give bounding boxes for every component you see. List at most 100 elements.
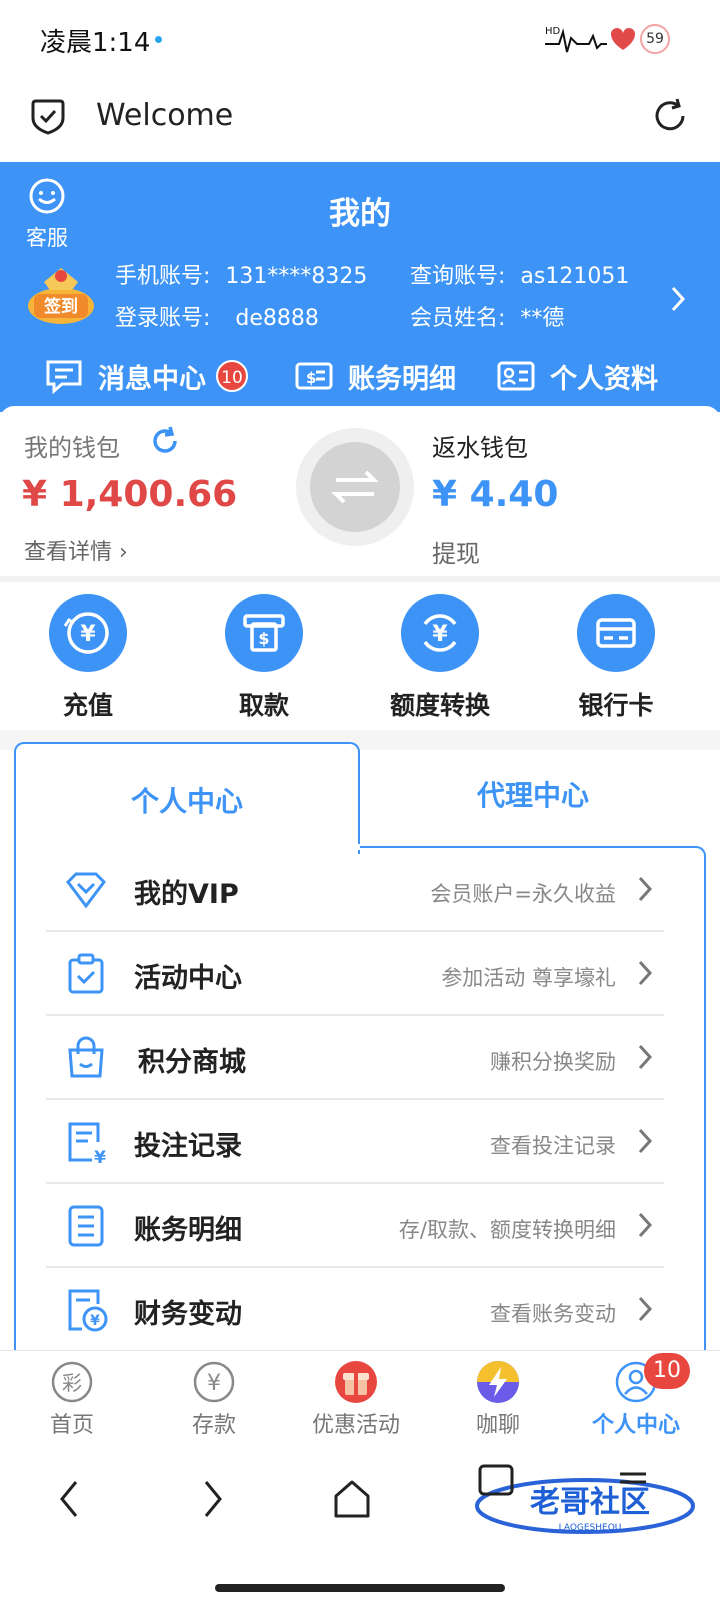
browser-title: Welcome <box>96 98 234 133</box>
menu-row-activity[interactable]: 活动中心 参加活动 尊享壕礼 <box>46 932 664 1016</box>
status-time: 凌晨1:14 <box>40 28 151 58</box>
home-indicator[interactable] <box>215 1584 505 1592</box>
chevron-right-icon <box>638 960 653 986</box>
menu-row-points-mall[interactable]: 积分商城 赚积分换奖励 <box>46 1016 664 1100</box>
view-details-label: 查看详情 <box>24 540 113 565</box>
phone-label: 手机账号: <box>115 264 211 289</box>
svg-text:¥: ¥ <box>94 1148 106 1166</box>
message-center-link[interactable]: 消息中心 10 <box>44 348 248 404</box>
menu-list: 我的VIP 会员账户=永久收益 活动中心 参加活动 尊享壕礼 积分商城 赚积分换… <box>14 846 706 1386</box>
phone-value: 131****8325 <box>225 264 368 289</box>
tab-agent-center[interactable]: 代理中心 <box>360 742 706 846</box>
main-wallet-label: 我的钱包 <box>24 434 120 462</box>
watermark-logo: 老哥社区 LAOGESHEQU <box>475 1464 695 1534</box>
quick-links: 消息中心 10 $ 账务明细 个人资料 <box>0 348 720 404</box>
chevron-right-icon <box>638 1296 653 1322</box>
nav-chat[interactable]: 咖聊 <box>426 1359 570 1439</box>
menu-row-finance-changes[interactable]: ¥ 财务变动 查看账务变动 <box>46 1268 664 1352</box>
chevron-right-icon <box>638 876 653 902</box>
svg-text:彩: 彩 <box>62 1371 82 1395</box>
browser-bar: Welcome <box>0 80 720 162</box>
lightning-icon <box>477 1361 519 1403</box>
chevron-right-icon <box>638 1212 653 1238</box>
swap-arrows-icon <box>331 470 379 504</box>
status-bar: 凌晨1:14 HD 59 <box>0 0 720 80</box>
bank-card-button[interactable]: 银行卡 <box>536 594 696 722</box>
chevron-right-icon <box>638 1044 653 1070</box>
reload-icon[interactable] <box>650 96 690 136</box>
chevron-right-icon <box>204 1481 222 1517</box>
forward-button[interactable] <box>182 1474 242 1524</box>
menu-title: 财务变动 <box>134 1299 242 1330</box>
chevron-right-icon[interactable] <box>668 284 688 314</box>
menu-subtitle: 赚积分换奖励 <box>490 1050 616 1074</box>
id-card-icon <box>497 361 535 391</box>
withdraw-label: 取款 <box>238 691 289 720</box>
nav-label: 首页 <box>49 1413 94 1438</box>
sign-in-badge-icon[interactable]: 签到 <box>26 262 96 328</box>
lottery-icon: 彩 <box>51 1361 93 1403</box>
query-account-label: 查询账号: <box>410 264 506 289</box>
notification-badge: 10 <box>644 1353 690 1389</box>
nav-deposit[interactable]: ¥ 存款 <box>142 1359 286 1439</box>
personal-info-link[interactable]: 个人资料 <box>496 348 658 404</box>
bet-record-icon: ¥ <box>68 1122 106 1166</box>
nav-home[interactable]: 彩 首页 <box>0 1359 144 1439</box>
exchange-label: 额度转换 <box>389 691 490 720</box>
nav-label: 优惠活动 <box>311 1413 400 1438</box>
login-account-value: de8888 <box>235 306 319 331</box>
finance-change-icon: ¥ <box>68 1289 108 1332</box>
withdraw-rebate-link[interactable]: 提现 <box>432 534 480 569</box>
nav-label: 个人中心 <box>591 1413 680 1438</box>
menu-row-bet-records[interactable]: ¥ 投注记录 查看投注记录 <box>46 1100 664 1184</box>
deposit-button[interactable]: ¥ 充值 <box>8 594 168 722</box>
menu-subtitle: 存/取款、额度转换明细 <box>398 1218 616 1242</box>
profile-header: 客服 我的 签到 手机账号: 131****8325 查询账号: as12105… <box>0 162 720 412</box>
menu-subtitle: 会员账户=永久收益 <box>430 882 616 906</box>
wallet-transfer-button[interactable] <box>296 428 414 546</box>
svg-text:¥: ¥ <box>80 622 96 647</box>
shopping-bag-icon <box>68 1036 104 1078</box>
menu-title: 活动中心 <box>134 963 242 994</box>
account-details-link[interactable]: $ 账务明细 <box>294 348 456 404</box>
menu-row-account-details[interactable]: 账务明细 存/取款、额度转换明细 <box>46 1184 664 1268</box>
home-icon <box>334 1480 370 1518</box>
menu-subtitle: 参加活动 尊享壕礼 <box>441 966 616 990</box>
home-button[interactable] <box>322 1474 382 1524</box>
personal-info-label: 个人资料 <box>550 363 658 395</box>
withdraw-button[interactable]: $ 取款 <box>184 594 344 722</box>
center-tabs-card: 我的VIP 会员账户=永久收益 活动中心 参加活动 尊享壕礼 积分商城 赚积分换… <box>14 742 706 1386</box>
svg-text:老哥社区: 老哥社区 <box>530 1485 650 1520</box>
svg-text:¥: ¥ <box>432 622 448 647</box>
tab-label: 个人中心 <box>130 785 243 818</box>
refresh-balance-icon[interactable] <box>150 426 180 456</box>
vip-diamond-icon <box>66 872 106 909</box>
nav-promotions[interactable]: 优惠活动 <box>284 1359 428 1439</box>
ledger-icon <box>68 1205 104 1247</box>
exchange-button[interactable]: ¥ 额度转换 <box>360 594 520 722</box>
menu-title: 投注记录 <box>134 1131 242 1162</box>
menu-row-vip[interactable]: 我的VIP 会员账户=永久收益 <box>46 848 664 932</box>
nav-personal-center[interactable]: 个人中心 10 <box>564 1353 708 1439</box>
deposit-icon: ¥ <box>63 612 109 654</box>
login-account-label: 登录账号: <box>115 306 211 331</box>
yuan-icon: ¥ <box>193 1361 235 1403</box>
system-navigation: 老哥社区 LAOGESHEQU <box>0 1446 720 1600</box>
shield-check-icon[interactable] <box>28 96 68 136</box>
rebate-wallet-label: 返水钱包 <box>432 434 528 462</box>
svg-text:HD: HD <box>545 26 561 37</box>
view-details-link[interactable]: 查看详情 › <box>24 534 128 566</box>
nav-label: 咖聊 <box>475 1413 520 1438</box>
sign-in-label: 签到 <box>43 296 78 317</box>
chevron-left-icon <box>60 1481 78 1517</box>
back-button[interactable] <box>40 1474 100 1524</box>
bottom-navigation: 彩 首页 ¥ 存款 优惠活动 咖聊 个人中心 10 <box>0 1350 720 1446</box>
battery-indicator: 59 <box>640 24 670 54</box>
nav-label: 存款 <box>191 1413 236 1438</box>
deposit-label: 充值 <box>62 691 113 720</box>
svg-text:$: $ <box>258 629 269 648</box>
svg-text:¥: ¥ <box>90 1313 100 1329</box>
menu-title: 积分商城 <box>138 1047 246 1078</box>
account-details-label: 账务明细 <box>348 363 456 395</box>
tab-personal-center[interactable]: 个人中心 <box>14 742 360 854</box>
